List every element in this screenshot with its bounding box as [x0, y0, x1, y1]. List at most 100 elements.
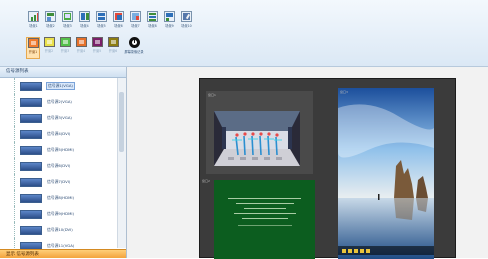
- list-item[interactable]: 信号源3(VGA): [0, 110, 118, 126]
- landscape-video-thumbnail: [338, 88, 434, 259]
- scene-button-7[interactable]: 场景7: [128, 11, 143, 33]
- list-item-label: 信号源10(DVI): [47, 227, 73, 232]
- open-window-button-1[interactable]: 开窗1: [26, 37, 40, 59]
- list-item-label: 信号源4(DVI): [47, 131, 71, 136]
- window-label-1: 开窗1: [28, 50, 38, 54]
- open-window-button-3[interactable]: 开窗3: [58, 37, 72, 59]
- list-item[interactable]: 信号源10(DVI): [0, 222, 118, 238]
- list-item-label: 信号源3(VGA): [47, 115, 72, 120]
- text-line: [238, 225, 292, 226]
- control-icon[interactable]: [354, 248, 358, 253]
- signal-source-tree: 信号源1(VGA) 信号源2(VGA) 信号源3(VGA) 信号源4(DVI) …: [0, 78, 118, 254]
- open-window-button-5[interactable]: 开窗5: [90, 37, 104, 59]
- layout-icon: [130, 11, 141, 22]
- scene-button-6[interactable]: 场景6: [111, 11, 126, 33]
- split-icon: [96, 11, 107, 22]
- list-item-label: 信号源8(HDMI): [47, 195, 74, 200]
- toolbar-row-windows: 开窗1 开窗2 开窗3 开窗4 开窗5 开窗6 屏幕录像记录: [26, 37, 146, 59]
- list-item-label: 信号源5(HDMI): [47, 147, 74, 152]
- control-icon[interactable]: [360, 248, 364, 253]
- text-line: [234, 213, 296, 214]
- scene-button-1[interactable]: 场景1: [26, 11, 41, 33]
- list-item-label: 信号源2(VGA): [47, 99, 72, 104]
- window-icon: [113, 11, 124, 22]
- list-item-label: 信号源9(HDMI): [47, 211, 74, 216]
- list-item[interactable]: 信号源4(DVI): [0, 126, 118, 142]
- text-line: [236, 203, 294, 204]
- edit-icon: [181, 11, 192, 22]
- panel-footer-tab[interactable]: 显示 信号源列表: [0, 249, 126, 258]
- olive-square-icon: [107, 37, 119, 47]
- scene-label-1: 场景1: [29, 24, 38, 28]
- text-line: [242, 218, 288, 219]
- list-item[interactable]: 信号源7(DVI): [0, 174, 118, 190]
- window-control-bar: [338, 246, 434, 255]
- monitor-icon: [20, 81, 42, 91]
- open-window-button-6[interactable]: 开窗6: [106, 37, 120, 59]
- orange-square-icon: [27, 38, 39, 48]
- layout-icon: [45, 11, 56, 22]
- scene-label-3: 场景3: [63, 24, 72, 28]
- open-window-button-2[interactable]: 开窗2: [42, 37, 56, 59]
- video-wall-display[interactable]: 窗口1 窗口2 窗口3: [199, 78, 456, 259]
- list-item-label: 信号源7(DVI): [47, 179, 71, 184]
- list-item[interactable]: 信号源2(VGA): [0, 94, 118, 110]
- purple-square-icon: [91, 37, 103, 47]
- control-icon[interactable]: [342, 248, 346, 253]
- open-window-button-4[interactable]: 开窗4: [74, 37, 88, 59]
- monitor-icon: [20, 161, 42, 171]
- window-tag: 窗口3: [340, 90, 348, 94]
- window-tag: 窗口1: [208, 93, 216, 97]
- list-item[interactable]: 信号源1(VGA): [0, 78, 118, 94]
- scene-label-2: 场景2: [46, 24, 55, 28]
- scene-label-5: 场景5: [97, 24, 106, 28]
- scene-button-10[interactable]: 场景10: [179, 11, 194, 33]
- scene-button-5[interactable]: 场景5: [94, 11, 109, 33]
- video-window-2[interactable]: 窗口2: [202, 179, 315, 259]
- list-item[interactable]: 信号源9(HDMI): [0, 206, 118, 222]
- scene-button-4[interactable]: 场景4: [77, 11, 92, 33]
- scene-button-8[interactable]: 场景8: [145, 11, 160, 33]
- monitor-icon: [20, 113, 42, 123]
- window-tag: 窗口2: [202, 179, 210, 183]
- control-icon[interactable]: [348, 248, 352, 253]
- scene-label-10: 场景10: [181, 24, 192, 28]
- bar-chart-icon: [28, 11, 39, 22]
- video-wall-canvas: 窗口1 窗口2 窗口3: [127, 67, 488, 259]
- monitor-icon: [20, 225, 42, 235]
- signal-source-panel: 信号源列表 信号源1(VGA) 信号源2(VGA) 信号源3(VGA) 信号源4…: [0, 67, 127, 258]
- window-label-4: 开窗4: [76, 49, 86, 53]
- record-button[interactable]: 屏幕录像记录: [122, 37, 146, 59]
- record-label: 屏幕录像记录: [124, 50, 144, 54]
- window-icon: [62, 11, 73, 22]
- vertical-scrollbar[interactable]: [117, 78, 126, 248]
- list-item[interactable]: 信号源6(DVI): [0, 158, 118, 174]
- list-item-label: 信号源1(VGA): [46, 82, 75, 90]
- window-label-3: 开窗3: [60, 49, 70, 53]
- grid-icon: [147, 11, 158, 22]
- monitor-icon: [20, 209, 42, 219]
- scrollbar-thumb[interactable]: [119, 92, 124, 152]
- monitor-icon: [20, 97, 42, 107]
- scene-label-7: 场景7: [131, 24, 140, 28]
- list-item[interactable]: 信号源8(HDMI): [0, 190, 118, 206]
- list-item[interactable]: 信号源5(HDMI): [0, 142, 118, 158]
- toolbar-row-scenes: 场景1 场景2 场景3 场景4 场景5 场景6 场景7 场景8 场景9 场景10: [26, 11, 194, 33]
- scene-button-3[interactable]: 场景3: [60, 11, 75, 33]
- monitor-icon: [20, 129, 42, 139]
- scene-label-8: 场景8: [148, 24, 157, 28]
- record-icon: [128, 37, 140, 48]
- panel-header: 信号源列表: [0, 67, 126, 78]
- video-window-3[interactable]: 窗口3: [338, 88, 434, 259]
- toolbar: 场景1 场景2 场景3 场景4 场景5 场景6 场景7 场景8 场景9 场景10…: [0, 0, 488, 67]
- scene-button-9[interactable]: 场景9: [162, 11, 177, 33]
- scene-button-2[interactable]: 场景2: [43, 11, 58, 33]
- monitor-icon: [20, 177, 42, 187]
- layout-icon: [79, 11, 90, 22]
- green-square-icon: [59, 37, 71, 47]
- control-icon[interactable]: [366, 248, 370, 253]
- text-line: [228, 198, 301, 199]
- scene-label-9: 场景9: [165, 24, 174, 28]
- window-label-5: 开窗5: [92, 49, 102, 53]
- video-window-1[interactable]: 窗口1: [206, 91, 313, 174]
